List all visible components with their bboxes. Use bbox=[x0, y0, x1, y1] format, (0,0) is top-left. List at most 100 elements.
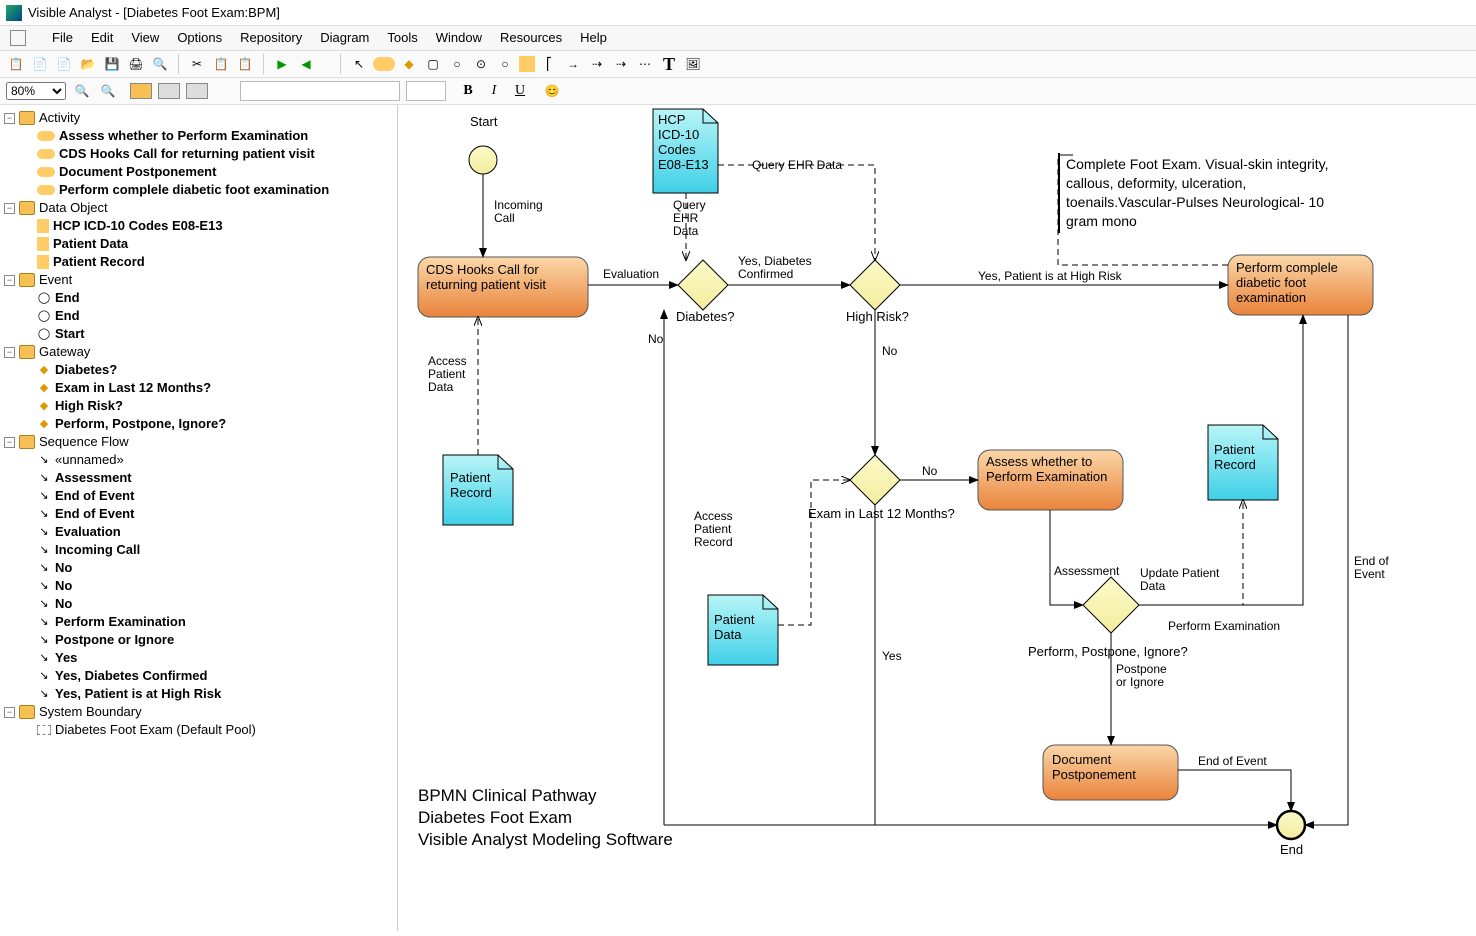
zoom-select[interactable]: 80% bbox=[6, 82, 66, 100]
tree-folder-dataobject[interactable]: −Data Object bbox=[4, 199, 395, 217]
tree-item[interactable]: ↘Yes bbox=[22, 649, 395, 667]
tree-item[interactable]: ↘Assessment bbox=[22, 469, 395, 487]
tree-item[interactable]: ↘Postpone or Ignore bbox=[22, 631, 395, 649]
tree-item[interactable]: Document Postponement bbox=[22, 163, 395, 181]
tb-data-icon[interactable] bbox=[519, 56, 535, 72]
tb-cut-icon[interactable]: ✂ bbox=[187, 54, 207, 74]
tb-doc-icon[interactable]: 📄 bbox=[30, 54, 50, 74]
gateway-exam12[interactable]: Exam in Last 12 Months? bbox=[808, 507, 955, 522]
bold-button[interactable]: B bbox=[458, 81, 478, 101]
tree-item[interactable]: ↘«unnamed» bbox=[22, 451, 395, 469]
tree-item[interactable]: ◆Diabetes? bbox=[22, 361, 395, 379]
doc-precord2[interactable]: Patient Record bbox=[1214, 443, 1269, 473]
color-swatch-fill[interactable] bbox=[130, 83, 152, 99]
tb-image-icon[interactable]: 🖼 bbox=[683, 54, 703, 74]
tb-open-icon[interactable]: 📂 bbox=[78, 54, 98, 74]
tree-item[interactable]: ◆High Risk? bbox=[22, 397, 395, 415]
tree-item[interactable]: Patient Data bbox=[22, 235, 395, 253]
tb-print-icon[interactable]: 🖨 bbox=[126, 54, 146, 74]
menu-window[interactable]: Window bbox=[436, 30, 482, 46]
tree-item[interactable]: Assess whether to Perform Examination bbox=[22, 127, 395, 145]
tree-item[interactable]: ◯End bbox=[22, 289, 395, 307]
menu-resources[interactable]: Resources bbox=[500, 30, 562, 46]
gateway-ppi[interactable]: Perform, Postpone, Ignore? bbox=[1028, 645, 1188, 660]
tb-pointer-icon[interactable]: ↖ bbox=[349, 54, 369, 74]
tb-event-intermediate-icon[interactable]: ⊙ bbox=[471, 54, 491, 74]
activity-cds[interactable]: CDS Hooks Call for returning patient vis… bbox=[426, 263, 581, 293]
tb-copy-icon[interactable]: 📋 bbox=[211, 54, 231, 74]
diagram-canvas[interactable]: Start End CDS Hooks Call for returning p… bbox=[398, 105, 1476, 931]
tb-seqflow-icon[interactable]: → bbox=[563, 54, 583, 74]
tree-item[interactable]: CDS Hooks Call for returning patient vis… bbox=[22, 145, 395, 163]
tree-folder-seqflow[interactable]: −Sequence Flow bbox=[4, 433, 395, 451]
tb-msgflow-icon[interactable]: ⇢ bbox=[587, 54, 607, 74]
tree-item[interactable]: ◯Start bbox=[22, 325, 395, 343]
tb-back-icon[interactable]: ◀ bbox=[296, 54, 316, 74]
system-menu-icon[interactable] bbox=[10, 30, 26, 46]
tree-item[interactable]: ↘No bbox=[22, 559, 395, 577]
tb-new-icon[interactable]: 📄 bbox=[54, 54, 74, 74]
menu-help[interactable]: Help bbox=[580, 30, 607, 46]
tree-item[interactable]: ◆Exam in Last 12 Months? bbox=[22, 379, 395, 397]
tree-item[interactable]: ↘Evaluation bbox=[22, 523, 395, 541]
color-swatch-3[interactable] bbox=[186, 83, 208, 99]
tree-item[interactable]: HCP ICD-10 Codes E08-E13 bbox=[22, 217, 395, 235]
doc-hcp[interactable]: HCP ICD-10 Codes E08-E13 bbox=[658, 113, 713, 173]
tb-save-icon[interactable]: 💾 bbox=[102, 54, 122, 74]
tree-item[interactable]: Patient Record bbox=[22, 253, 395, 271]
menu-repository[interactable]: Repository bbox=[240, 30, 302, 46]
tree-folder-activity[interactable]: −Activity bbox=[4, 109, 395, 127]
tree-item[interactable]: ◆Perform, Postpone, Ignore? bbox=[22, 415, 395, 433]
tree-folder-sysboundary[interactable]: −System Boundary bbox=[4, 703, 395, 721]
tb-play-icon[interactable]: ▶ bbox=[272, 54, 292, 74]
italic-button[interactable]: I bbox=[484, 81, 504, 101]
font-select[interactable] bbox=[240, 81, 400, 101]
tree-folder-gateway[interactable]: −Gateway bbox=[4, 343, 395, 361]
zoom-in-icon[interactable]: 🔍 bbox=[72, 81, 92, 101]
tree-item[interactable]: ↘No bbox=[22, 595, 395, 613]
zoom-out-icon[interactable]: 🔍 bbox=[98, 81, 118, 101]
activity-assess[interactable]: Assess whether to Perform Examination bbox=[986, 455, 1116, 485]
activity-document[interactable]: Document Postponement bbox=[1052, 753, 1172, 783]
menu-edit[interactable]: Edit bbox=[91, 30, 113, 46]
font-size-select[interactable] bbox=[406, 81, 446, 101]
emoji-icon[interactable]: 😊 bbox=[542, 81, 562, 101]
tb-task-icon[interactable]: ▢ bbox=[423, 54, 443, 74]
tb-gateway-icon[interactable]: ◆ bbox=[399, 54, 419, 74]
color-swatch-2[interactable] bbox=[158, 83, 180, 99]
gateway-diabetes[interactable]: Diabetes? bbox=[676, 310, 735, 325]
menu-options[interactable]: Options bbox=[177, 30, 222, 46]
tb-annotation-icon[interactable]: ⎡ bbox=[539, 54, 559, 74]
tb-dots-icon[interactable]: ⋯ bbox=[635, 54, 655, 74]
tree-item[interactable]: Diabetes Foot Exam (Default Pool) bbox=[22, 721, 395, 739]
gateway-highrisk[interactable]: High Risk? bbox=[846, 310, 909, 325]
doc-pdata[interactable]: Patient Data bbox=[714, 613, 769, 643]
tb-assoc-icon[interactable]: ⇢ bbox=[611, 54, 631, 74]
tb-event-end-icon[interactable]: ○ bbox=[495, 54, 515, 74]
tb-activity-icon[interactable] bbox=[373, 57, 395, 71]
menu-tools[interactable]: Tools bbox=[387, 30, 417, 46]
tree-item[interactable]: ↘No bbox=[22, 577, 395, 595]
tb-find-icon[interactable]: 🔍 bbox=[150, 54, 170, 74]
menu-file[interactable]: File bbox=[52, 30, 73, 46]
activity-perform[interactable]: Perform complele diabetic foot examinati… bbox=[1236, 261, 1366, 306]
tree-item[interactable]: ↘Yes, Diabetes Confirmed bbox=[22, 667, 395, 685]
tree-folder-event[interactable]: −Event bbox=[4, 271, 395, 289]
tb-event-start-icon[interactable]: ○ bbox=[447, 54, 467, 74]
tb-paste-icon[interactable]: 📋 bbox=[235, 54, 255, 74]
tree-item[interactable]: ◯End bbox=[22, 307, 395, 325]
tree-item[interactable]: ↘Yes, Patient is at High Risk bbox=[22, 685, 395, 703]
tb-text-icon[interactable]: T bbox=[659, 54, 679, 74]
tb-props-icon[interactable]: 📋 bbox=[6, 54, 26, 74]
model-tree[interactable]: −Activity Assess whether to Perform Exam… bbox=[0, 105, 398, 931]
doc-precord[interactable]: Patient Record bbox=[450, 471, 505, 501]
menu-view[interactable]: View bbox=[131, 30, 159, 46]
underline-button[interactable]: U bbox=[510, 81, 530, 101]
tree-item[interactable]: ↘End of Event bbox=[22, 505, 395, 523]
tree-item[interactable]: ↘End of Event bbox=[22, 487, 395, 505]
menu-diagram[interactable]: Diagram bbox=[320, 30, 369, 46]
tree-item[interactable]: ↘Perform Examination bbox=[22, 613, 395, 631]
tree-item[interactable]: Perform complele diabetic foot examinati… bbox=[22, 181, 395, 199]
tree-item[interactable]: ↘Incoming Call bbox=[22, 541, 395, 559]
edge-incoming: Incoming Call bbox=[494, 199, 554, 225]
